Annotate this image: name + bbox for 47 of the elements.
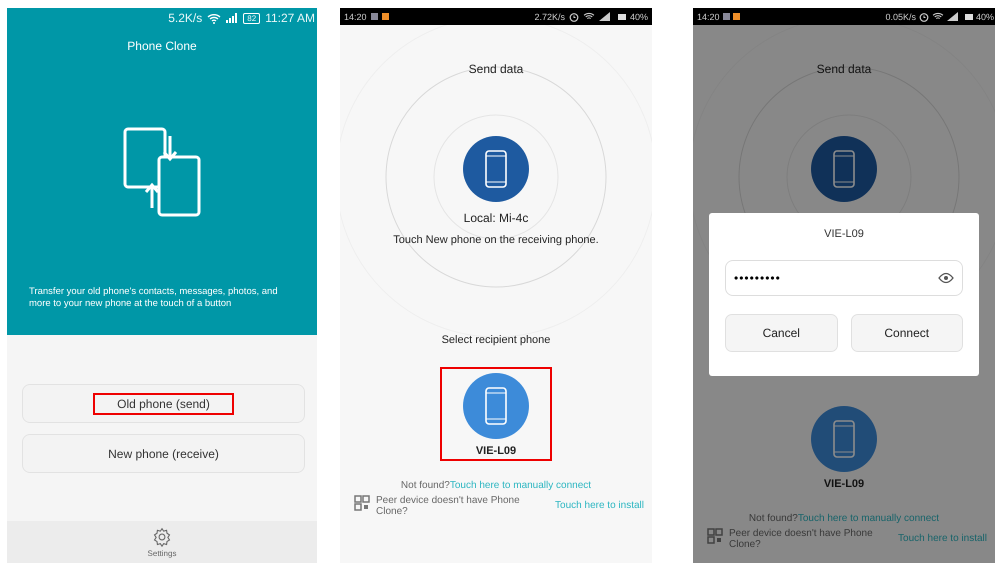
install-prompt: Peer device doesn't have Phone Clone?: [729, 528, 874, 550]
wifi-icon: [932, 12, 944, 21]
alarm-icon: [568, 12, 579, 22]
clock: 14:20: [344, 12, 367, 22]
clock: 11:27 AM: [265, 11, 315, 25]
qr-code-icon: [354, 495, 370, 511]
eye-icon[interactable]: [938, 272, 954, 284]
device-name: VIE-L09: [824, 478, 864, 490]
password-value: •••••••••: [734, 271, 781, 285]
signal-icon: [946, 12, 959, 21]
not-found-text: Not found?: [400, 480, 450, 491]
device-name: VIE-L09: [476, 445, 516, 457]
battery-level: 82: [243, 12, 260, 24]
recipient-device[interactable]: VIE-L09: [788, 400, 900, 494]
clock: 14:20: [697, 12, 720, 22]
screen-title: Send data: [816, 62, 872, 76]
password-field[interactable]: •••••••••: [725, 260, 963, 296]
mode-button[interactable]: New phone (receive): [22, 434, 305, 473]
settings-icon[interactable]: [152, 526, 172, 546]
battery-level: 40%: [976, 12, 994, 22]
dialog-button[interactable]: Cancel: [725, 314, 838, 352]
network-speed: 2.72K/s: [534, 12, 565, 22]
install-prompt: Peer device doesn't have Phone Clone?: [376, 495, 521, 517]
qr-code-icon: [707, 528, 723, 544]
not-found-text: Not found?: [748, 513, 798, 524]
wifi-icon: [582, 12, 595, 21]
phone-swap-icon: [122, 126, 202, 218]
local-device-label: Local: Mi-4c: [464, 211, 528, 225]
description: Transfer your old phone's contacts, messages, photos, and more to your new phone at the touch of a button: [28, 286, 279, 310]
section-label: Select recipient phone: [442, 334, 550, 346]
dialog-button[interactable]: Connect: [850, 314, 963, 352]
recipient-device[interactable]: VIE-L09: [440, 367, 552, 461]
app-title: Phone Clone: [127, 39, 197, 53]
network-speed: 5.2K/s: [168, 11, 202, 25]
instruction-text: Touch New phone on the receiving phone.: [393, 234, 599, 246]
alarm-icon: [918, 12, 929, 22]
signal-icon: [226, 13, 238, 23]
signal-icon: [598, 12, 611, 21]
wifi-icon: [207, 12, 222, 24]
battery-level: 40%: [630, 12, 648, 22]
battery-icon: [618, 14, 626, 20]
network-speed: 0.05K/s: [885, 12, 916, 22]
mode-button[interactable]: Old phone (send): [22, 384, 305, 423]
screen-title: Send data: [468, 62, 524, 76]
dialog-title: VIE-L09: [824, 228, 864, 240]
settings-label: Settings: [148, 548, 176, 558]
battery-icon: [964, 14, 973, 20]
